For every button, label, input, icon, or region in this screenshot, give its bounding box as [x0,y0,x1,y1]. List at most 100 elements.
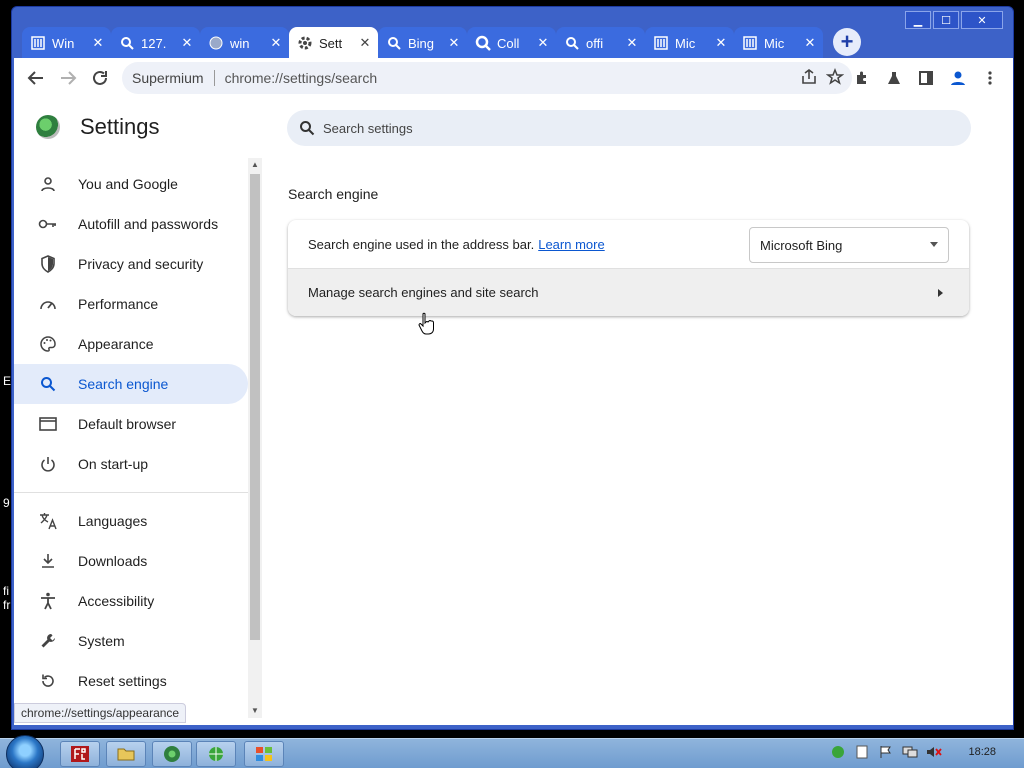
extensions-icon[interactable] [848,62,876,94]
library-icon [653,35,669,51]
search-icon [38,374,58,394]
share-icon[interactable] [800,68,818,89]
forward-arrow-icon [61,71,77,85]
sidebar-item-label: Downloads [78,553,148,569]
sidebar-item-label: Autofill and passwords [78,216,219,232]
search-engine-card: Search engine used in the address bar. L… [288,220,969,316]
sidebar-item-label: Accessibility [78,593,155,609]
folder-icon [117,748,135,761]
flag-icon[interactable] [878,745,894,759]
tab[interactable]: Bing ✕ [378,27,467,59]
site-origin: Supermium [132,70,204,86]
sidebar-item-appearance[interactable]: Appearance [14,324,248,364]
tab[interactable]: Mic ✕ [734,27,823,59]
shield-icon [38,254,58,274]
taskbar-app-filezilla[interactable] [60,741,100,767]
network-monitor-icon[interactable] [902,745,918,759]
close-icon[interactable]: ✕ [358,35,372,51]
url-text[interactable]: chrome://settings/search [225,70,378,86]
sidebar-item-downloads[interactable]: Downloads [14,541,248,581]
close-icon[interactable]: ✕ [91,35,105,51]
taskbar-app-network[interactable] [196,741,236,767]
row-label: Search engine used in the address bar. [308,236,535,252]
profile-icon[interactable] [944,62,972,94]
reload-icon [93,70,107,85]
close-icon[interactable]: ✕ [536,35,550,51]
menu-kebab-icon[interactable] [976,62,1004,94]
accessibility-icon [38,591,58,611]
select-value: Microsoft Bing [760,237,843,253]
network-tray-icon[interactable] [830,745,846,759]
manage-search-engines-row[interactable]: Manage search engines and site search [288,268,969,316]
settings-page: Settings You and Google Autofill and pas… [14,98,1013,725]
close-icon[interactable]: ✕ [269,35,283,51]
close-icon[interactable]: ✕ [180,35,194,51]
sidebar-item-privacy[interactable]: Privacy and security [14,244,248,284]
page-title: Settings [80,114,160,139]
sidebar-item-you-and-google[interactable]: You and Google [14,164,248,204]
lab-flask-icon[interactable] [880,62,908,94]
taskbar-app-browser[interactable] [152,741,192,767]
tab[interactable]: Mic ✕ [645,27,734,59]
tab[interactable]: 127. ✕ [111,27,200,59]
scroll-up-arrow-icon[interactable]: ▲ [250,160,260,170]
sidebar-scrollbar[interactable]: ▲ ▼ [248,158,262,718]
search-engine-select[interactable]: Microsoft Bing [749,227,949,263]
taskbar-app-explorer[interactable] [106,741,146,767]
tab-active[interactable]: Sett ✕ [289,27,378,59]
volume-muted-icon[interactable] [926,745,943,759]
toolbar-actions [848,62,1004,94]
chevron-down-icon [930,242,938,247]
scroll-down-arrow-icon[interactable]: ▼ [250,706,260,716]
speedometer-icon [38,294,58,314]
close-icon[interactable]: ✕ [714,35,728,51]
sidebar-item-languages[interactable]: Languages [14,501,248,541]
search-icon [299,120,315,136]
reload-button[interactable] [84,62,116,94]
side-panel-icon[interactable] [912,62,940,94]
close-icon[interactable]: ✕ [447,35,461,51]
sidebar-item-reset[interactable]: Reset settings [14,661,248,701]
tab[interactable]: Win ✕ [22,27,111,59]
network-globe-icon [209,747,223,761]
tab[interactable]: Coll ✕ [467,27,556,59]
tab[interactable]: offi ✕ [556,27,645,59]
settings-header: Settings [36,114,160,140]
star-icon[interactable] [825,67,845,89]
sidebar-item-label: Appearance [78,336,154,352]
sidebar-item-on-startup[interactable]: On start-up [14,444,248,484]
learn-more-link[interactable]: Learn more [538,237,604,252]
library-icon [742,35,758,51]
document-tray-icon[interactable] [854,745,870,759]
settings-sidebar: Settings You and Google Autofill and pas… [14,98,262,725]
tab[interactable]: win ✕ [200,27,289,59]
sidebar-item-accessibility[interactable]: Accessibility [14,581,248,621]
sidebar-item-performance[interactable]: Performance [14,284,248,324]
close-icon[interactable]: ✕ [625,35,639,51]
tab-title: 127. [141,35,167,51]
scroll-thumb[interactable] [250,174,260,640]
search-input[interactable]: Search settings [323,121,413,136]
hand-cursor-icon [418,312,434,341]
search-icon [119,35,135,51]
link-status-bubble: chrome://settings/appearance [14,703,187,723]
sidebar-item-autofill[interactable]: Autofill and passwords [14,204,248,244]
sidebar-item-search-engine[interactable]: Search engine [14,364,248,404]
forward-button[interactable] [52,62,84,94]
address-bar[interactable]: Supermium chrome://settings/search [122,62,852,94]
clock[interactable]: 18:28 [968,746,996,758]
browser-logo [36,115,60,139]
back-button[interactable] [20,62,52,94]
tab-title: Coll [497,35,520,51]
sidebar-item-system[interactable]: System [14,621,248,661]
close-icon[interactable]: ✕ [803,35,817,51]
taskbar-app-windows[interactable] [244,741,284,767]
section-title: Search engine [288,186,379,202]
sidebar-item-default-browser[interactable]: Default browser [14,404,248,444]
start-button[interactable] [6,735,44,768]
omnibox-actions [800,67,845,89]
tab-title: Win [52,35,75,51]
sidebar-item-label: Reset settings [78,673,167,689]
settings-search[interactable]: Search settings [287,110,971,146]
new-tab-button[interactable]: + [833,28,861,56]
